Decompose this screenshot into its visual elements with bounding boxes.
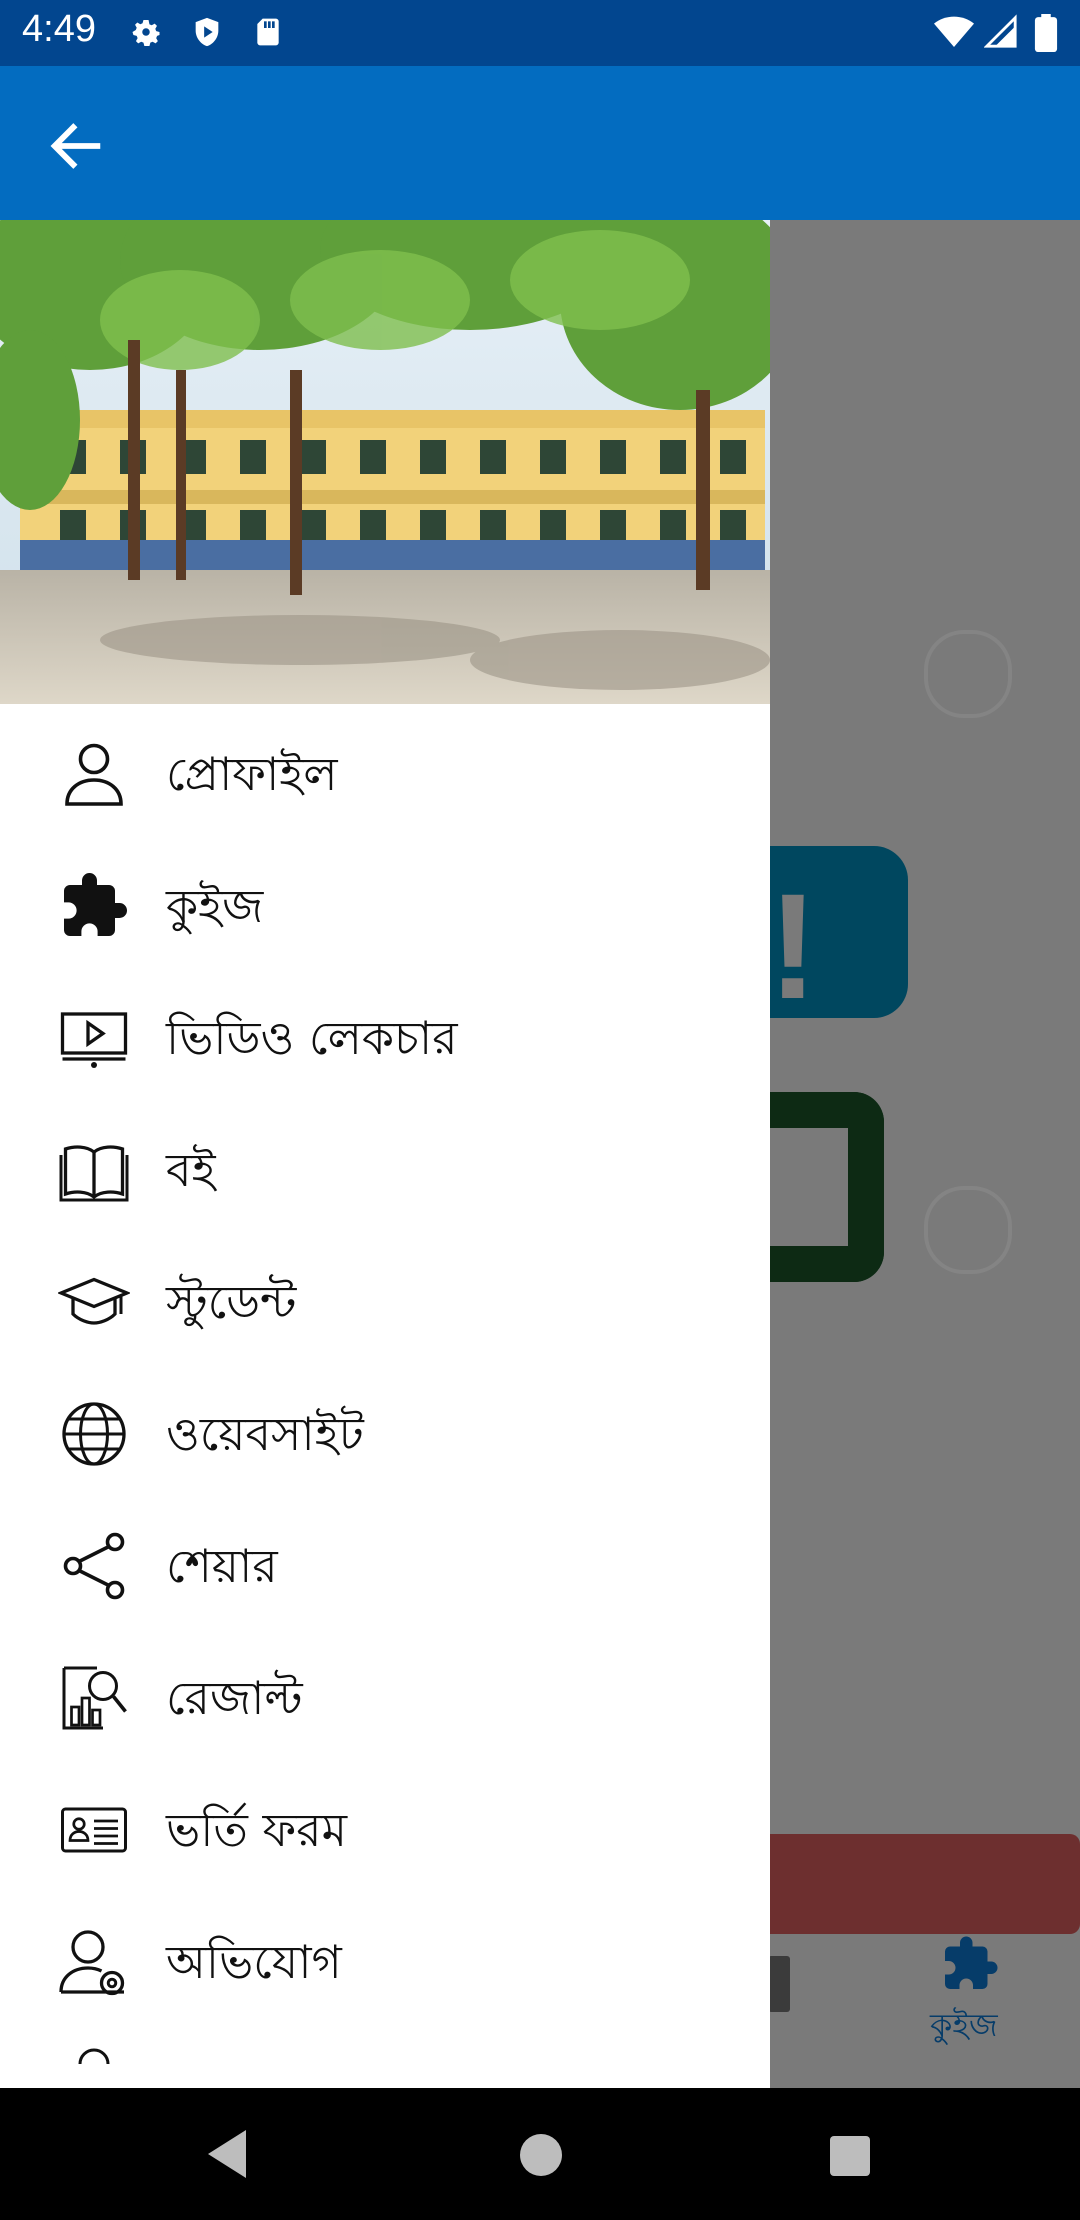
bottom-nav-left-icon bbox=[768, 1956, 790, 2012]
globe-icon bbox=[62, 1402, 126, 1466]
menu-item-quiz[interactable]: কুইজ bbox=[0, 836, 770, 968]
menu-item-result[interactable]: রেজাল্ট bbox=[0, 1628, 770, 1760]
menu-item-label: ওয়েবসাইট bbox=[166, 1407, 364, 1461]
system-nav-bar bbox=[0, 2088, 1080, 2220]
menu-item-admission-form[interactable]: ভর্তি ফরম bbox=[0, 1760, 770, 1892]
menu-item-book[interactable]: বই bbox=[0, 1100, 770, 1232]
menu-item-complaint[interactable]: অভিযোগ bbox=[0, 1892, 770, 2024]
puzzle-icon bbox=[64, 873, 127, 936]
watermark-icon bbox=[924, 630, 1012, 718]
quiz-logo-letter bbox=[760, 1092, 884, 1282]
menu-item-profile[interactable]: প্রোফাইল bbox=[0, 704, 770, 836]
signal-icon bbox=[984, 14, 1017, 48]
menu-item-label: অভিযোগ bbox=[166, 1935, 342, 1989]
settings-icon bbox=[132, 20, 160, 46]
battery-icon bbox=[1034, 14, 1058, 52]
id-card-icon bbox=[61, 1807, 127, 1853]
wifi-icon bbox=[934, 16, 974, 47]
menu-item-label: শেয়ার bbox=[166, 1539, 278, 1593]
person-icon bbox=[65, 743, 123, 806]
status-bar: 4:49 bbox=[0, 0, 1080, 66]
menu-item-label: কুইজ bbox=[166, 879, 264, 933]
nav-home-icon[interactable] bbox=[520, 2134, 562, 2176]
menu-item-label: ভর্তি ফরম bbox=[166, 1803, 348, 1857]
result-search-icon bbox=[62, 1666, 127, 1730]
menu-item-label: রেজাল্ট bbox=[166, 1671, 303, 1725]
menu-item-label: প্রোফাইল bbox=[166, 747, 338, 801]
menu-item-share[interactable]: শেয়ার bbox=[0, 1496, 770, 1628]
status-time: 4:49 bbox=[22, 8, 96, 50]
nav-recents-icon[interactable] bbox=[830, 2136, 870, 2176]
book-icon bbox=[59, 1145, 129, 1202]
arrow-left-icon[interactable] bbox=[44, 114, 108, 178]
menu-item-label: বই bbox=[166, 1143, 216, 1197]
shield-icon bbox=[195, 17, 219, 47]
video-lecture-icon bbox=[60, 1012, 128, 1068]
nav-back-icon[interactable] bbox=[206, 2128, 250, 2180]
graduation-cap-icon bbox=[58, 1277, 130, 1325]
menu-item-label: ভিডিও লেকচার bbox=[166, 1011, 458, 1065]
menu-item-student[interactable]: স্টুডেন্ট bbox=[0, 1232, 770, 1364]
quiz-logo-exclamation: ! bbox=[768, 862, 818, 1030]
watermark-icon bbox=[924, 1186, 1012, 1274]
bottom-nav-quiz-label: কুইজ bbox=[930, 2006, 998, 2044]
complaint-user-icon bbox=[59, 1930, 125, 1996]
drawer-header-image bbox=[0, 220, 770, 704]
sd-card-icon bbox=[257, 18, 279, 46]
share-icon bbox=[63, 1532, 125, 1600]
menu-item-label: স্টুডেন্ট bbox=[166, 1275, 297, 1329]
menu-item-website[interactable]: ওয়েবসাইট bbox=[0, 1364, 770, 1496]
background-red-button bbox=[760, 1834, 1080, 1934]
drawer-menu: প্রোফাইল কুইজ ভিডিও লেকচার বই স্টুডেন্ট … bbox=[0, 704, 770, 2064]
partial-item-icon bbox=[78, 2048, 110, 2064]
navigation-drawer: প্রোফাইল কুইজ ভিডিও লেকচার বই স্টুডেন্ট … bbox=[0, 220, 770, 2088]
menu-item-video-lecture[interactable]: ভিডিও লেকচার bbox=[0, 968, 770, 1100]
menu-item-partial[interactable] bbox=[0, 2024, 770, 2064]
app-bar bbox=[0, 66, 1080, 220]
bottom-nav-puzzle-icon bbox=[945, 1936, 998, 1989]
